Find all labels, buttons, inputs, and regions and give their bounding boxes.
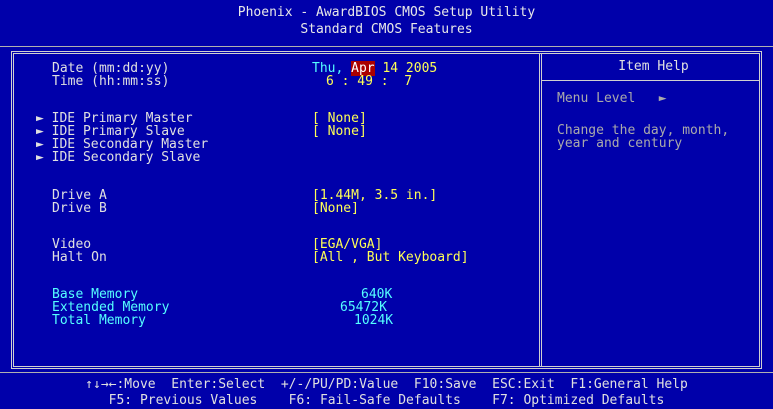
ide-primary-slave-value[interactable]: [ None]	[312, 125, 367, 139]
title-bar: Phoenix - AwardBIOS CMOS Setup Utility S…	[0, 0, 773, 47]
time-value[interactable]: 6 : 49 : 7	[326, 75, 412, 89]
help-text-line2: year and century	[557, 136, 683, 151]
menu-level-arrow-icon: ►	[658, 91, 667, 106]
total-memory-value: 1024K	[354, 313, 394, 328]
settings-frame: Item Help Date (mm:dd:yy) Time (hh:mm:ss…	[11, 51, 762, 369]
panel-divider	[539, 54, 542, 366]
menu-level-label: Menu Level	[557, 91, 636, 106]
footer-line1: ↑↓→←:Move Enter:Select +/-/PU/PD:Value F…	[85, 377, 688, 392]
app-title: Phoenix - AwardBIOS CMOS Setup Utility	[237, 5, 536, 20]
drive-b-value[interactable]: [None]	[312, 202, 359, 216]
total-memory-label: Total Memory	[52, 313, 146, 328]
ide-secondary-slave-item[interactable]: ► IDE Secondary Slave	[36, 151, 200, 165]
drive-b-label: Drive B	[52, 201, 107, 216]
time-label: Time (hh:mm:ss)	[52, 74, 170, 89]
footer-line2: F5: Previous Values F6: Fail-Safe Defaul…	[108, 393, 665, 408]
key-help-footer: ↑↓→←:Move Enter:Select +/-/PU/PD:Value F…	[0, 372, 773, 409]
ide-secondary-slave-label: IDE Secondary Slave	[51, 150, 201, 165]
halt-on-label: Halt On	[52, 250, 107, 265]
help-title: Item Help	[618, 59, 689, 74]
halt-on-value[interactable]: [All , But Keyboard]	[312, 251, 469, 265]
submenu-arrow-icon: ►	[36, 150, 52, 165]
page-title: Standard CMOS Features	[300, 22, 473, 37]
help-title-underline	[542, 80, 759, 81]
menu-level: Menu Level ►	[557, 92, 667, 106]
